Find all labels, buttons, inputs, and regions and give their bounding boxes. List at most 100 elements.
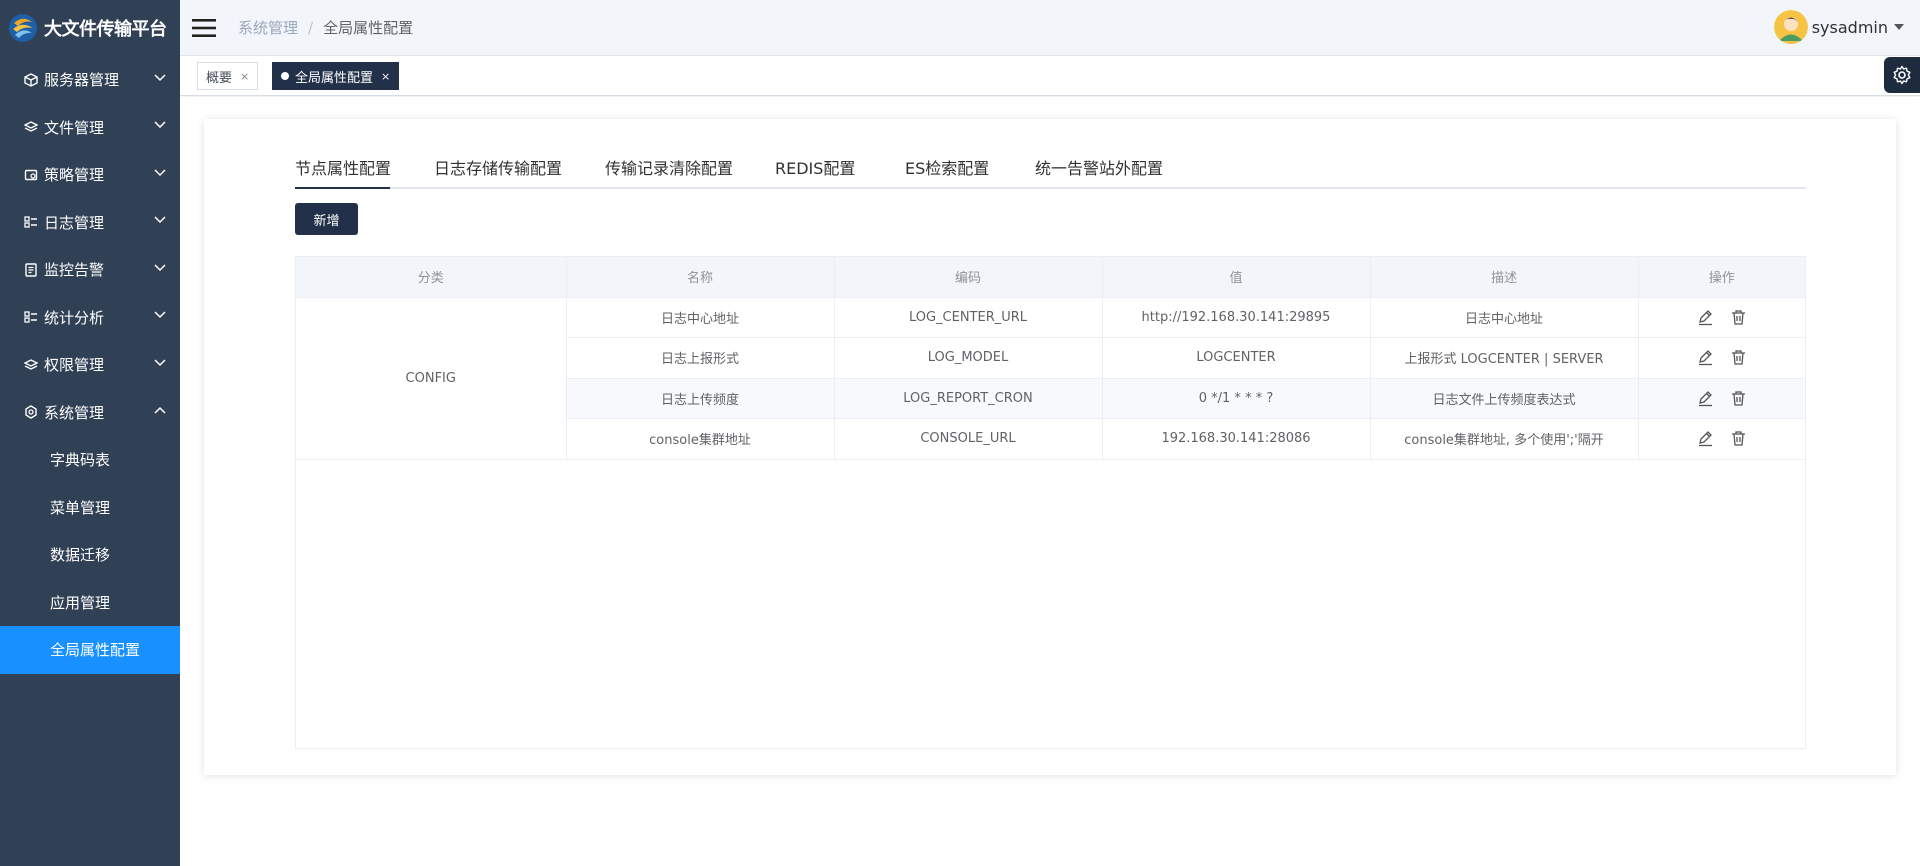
tab-transfer-clean[interactable]: 传输记录清除配置: [605, 149, 733, 189]
cell-name: 日志中心地址: [566, 297, 835, 338]
tags-bar: 概要 × 全局属性配置 ×: [180, 56, 1920, 96]
table-header-row: 分类 名称 编码 值 描述 操作: [296, 257, 1805, 298]
chevron-down-icon: [154, 74, 166, 81]
breadcrumb: 系统管理 / 全局属性配置: [238, 17, 413, 38]
delete-icon[interactable]: [1730, 390, 1747, 407]
cell-code: LOG_MODEL: [834, 337, 1103, 379]
sidebar-item-label: 文件管理: [44, 118, 105, 137]
sidebar-subitem-migration[interactable]: 数据迁移: [0, 531, 180, 579]
data-table: 分类 名称 编码 值 描述 操作 CONFIG 日志中心地址 LOG_CENTE…: [296, 257, 1805, 460]
tag-label: 概要: [206, 70, 233, 86]
edit-icon[interactable]: [1697, 430, 1714, 447]
sidebar-subitem-menu[interactable]: 菜单管理: [0, 484, 180, 532]
user-menu[interactable]: sysadmin: [1773, 10, 1904, 44]
username: sysadmin: [1811, 17, 1888, 37]
sidebar-item-label: 服务器管理: [44, 71, 120, 90]
policy-icon: [24, 169, 38, 180]
breadcrumb-current: 全局属性配置: [323, 19, 414, 37]
sidebar-subitem-global-config[interactable]: 全局属性配置: [0, 626, 180, 674]
tab-alert[interactable]: 统一告警站外配置: [1035, 149, 1163, 189]
cell-value: http://192.168.30.141:29895: [1102, 297, 1371, 338]
logo[interactable]: 大文件传输平台: [0, 0, 180, 56]
tab-redis[interactable]: REDIS配置: [775, 149, 855, 189]
breadcrumb-separator: /: [308, 18, 314, 37]
sidebar-item-label: 统计分析: [44, 308, 105, 327]
cell-value: 0 */1 * * * ?: [1102, 378, 1371, 419]
config-table: 分类 名称 编码 值 描述 操作 CONFIG 日志中心地址 LOG_CENTE…: [295, 256, 1806, 749]
list-icon: [24, 216, 37, 228]
group-cell: CONFIG: [296, 297, 567, 460]
chevron-down-icon: [154, 169, 166, 176]
cell-ops: [1638, 378, 1805, 419]
cell-name: console集群地址: [566, 418, 835, 460]
sidebar-item-label: 权限管理: [44, 356, 105, 375]
add-button[interactable]: 新增: [295, 203, 358, 235]
cube-icon: [24, 72, 38, 87]
edit-icon[interactable]: [1697, 390, 1714, 407]
tag-overview[interactable]: 概要 ×: [197, 62, 259, 90]
config-tabs: 节点属性配置 日志存储传输配置 传输记录清除配置 REDIS配置 ES检索配置 …: [295, 149, 1806, 189]
close-icon[interactable]: ×: [240, 70, 249, 83]
cell-code: LOG_REPORT_CRON: [834, 378, 1103, 419]
cell-code: LOG_CENTER_URL: [834, 297, 1103, 338]
monitor-icon: [25, 263, 37, 277]
sidebar-item-permission[interactable]: 权限管理: [0, 341, 180, 389]
close-icon[interactable]: ×: [381, 70, 390, 83]
tab-es[interactable]: ES检索配置: [905, 149, 989, 189]
main-content: 节点属性配置 日志存储传输配置 传输记录清除配置 REDIS配置 ES检索配置 …: [180, 97, 1920, 866]
cell-name: 日志上传频度: [566, 378, 835, 419]
gear-icon: [25, 405, 37, 420]
sidebar: 大文件传输平台 服务器管理 文件管理 策略管理 日志管理 监控告警 统计分析 权…: [0, 0, 180, 866]
cell-name: 日志上报形式: [566, 337, 835, 379]
sidebar-item-monitor[interactable]: 监控告警: [0, 246, 180, 294]
sidebar-subitem-dictionary[interactable]: 字典码表: [0, 436, 180, 484]
tab-node-config[interactable]: 节点属性配置: [295, 149, 391, 189]
tag-label: 全局属性配置: [295, 70, 374, 86]
config-card: 节点属性配置 日志存储传输配置 传输记录清除配置 REDIS配置 ES检索配置 …: [204, 119, 1896, 775]
delete-icon[interactable]: [1730, 309, 1747, 326]
breadcrumb-parent[interactable]: 系统管理: [238, 17, 298, 38]
tab-log-storage[interactable]: 日志存储传输配置: [434, 149, 562, 189]
column-header: 操作: [1638, 257, 1805, 298]
chevron-down-icon: [154, 216, 166, 224]
column-header: 编码: [834, 257, 1103, 298]
layers-icon: [24, 121, 38, 133]
sidebar-item-label: 系统管理: [44, 403, 105, 422]
sidebar-item-label: 策略管理: [44, 166, 105, 185]
table-row: CONFIG 日志中心地址 LOG_CENTER_URL http://192.…: [296, 297, 1805, 460]
hamburger-icon[interactable]: [192, 18, 216, 38]
cell-desc: console集群地址, 多个使用';'隔开: [1370, 418, 1639, 460]
cell-code: CONSOLE_URL: [834, 418, 1103, 460]
chart-list-icon: [24, 311, 37, 323]
sidebar-item-system[interactable]: 系统管理: [0, 389, 180, 437]
chevron-down-icon: [154, 264, 166, 271]
chevron-down-icon: [154, 311, 166, 319]
edit-icon[interactable]: [1697, 309, 1714, 326]
edit-icon[interactable]: [1697, 349, 1714, 366]
sidebar-item-stats[interactable]: 统计分析: [0, 294, 180, 342]
logo-icon: [9, 14, 37, 42]
sidebar-item-label: 日志管理: [44, 213, 105, 232]
app-title: 大文件传输平台: [44, 19, 167, 40]
cell-desc: 日志中心地址: [1370, 297, 1639, 338]
cell-ops: [1638, 297, 1805, 338]
delete-icon[interactable]: [1730, 349, 1747, 366]
sidebar-item-file[interactable]: 文件管理: [0, 104, 180, 152]
tab-active-indicator: [295, 187, 390, 189]
sidebar-item-log[interactable]: 日志管理: [0, 199, 180, 247]
sidebar-subitem-apps[interactable]: 应用管理: [0, 579, 180, 627]
caret-down-icon: [1894, 24, 1904, 30]
sidebar-item-policy[interactable]: 策略管理: [0, 151, 180, 199]
layers-icon: [24, 358, 38, 370]
avatar: [1773, 10, 1808, 44]
settings-button[interactable]: [1884, 57, 1920, 93]
chevron-up-icon: [154, 407, 166, 414]
column-header: 值: [1102, 257, 1371, 298]
sidebar-item-server[interactable]: 服务器管理: [0, 56, 180, 104]
tag-global-config[interactable]: 全局属性配置 ×: [272, 62, 400, 90]
header: 系统管理 / 全局属性配置 sysadmin: [180, 0, 1920, 56]
column-header: 描述: [1370, 257, 1639, 298]
delete-icon[interactable]: [1730, 430, 1747, 447]
chevron-down-icon: [154, 121, 166, 129]
sidebar-item-label: 监控告警: [44, 261, 105, 280]
